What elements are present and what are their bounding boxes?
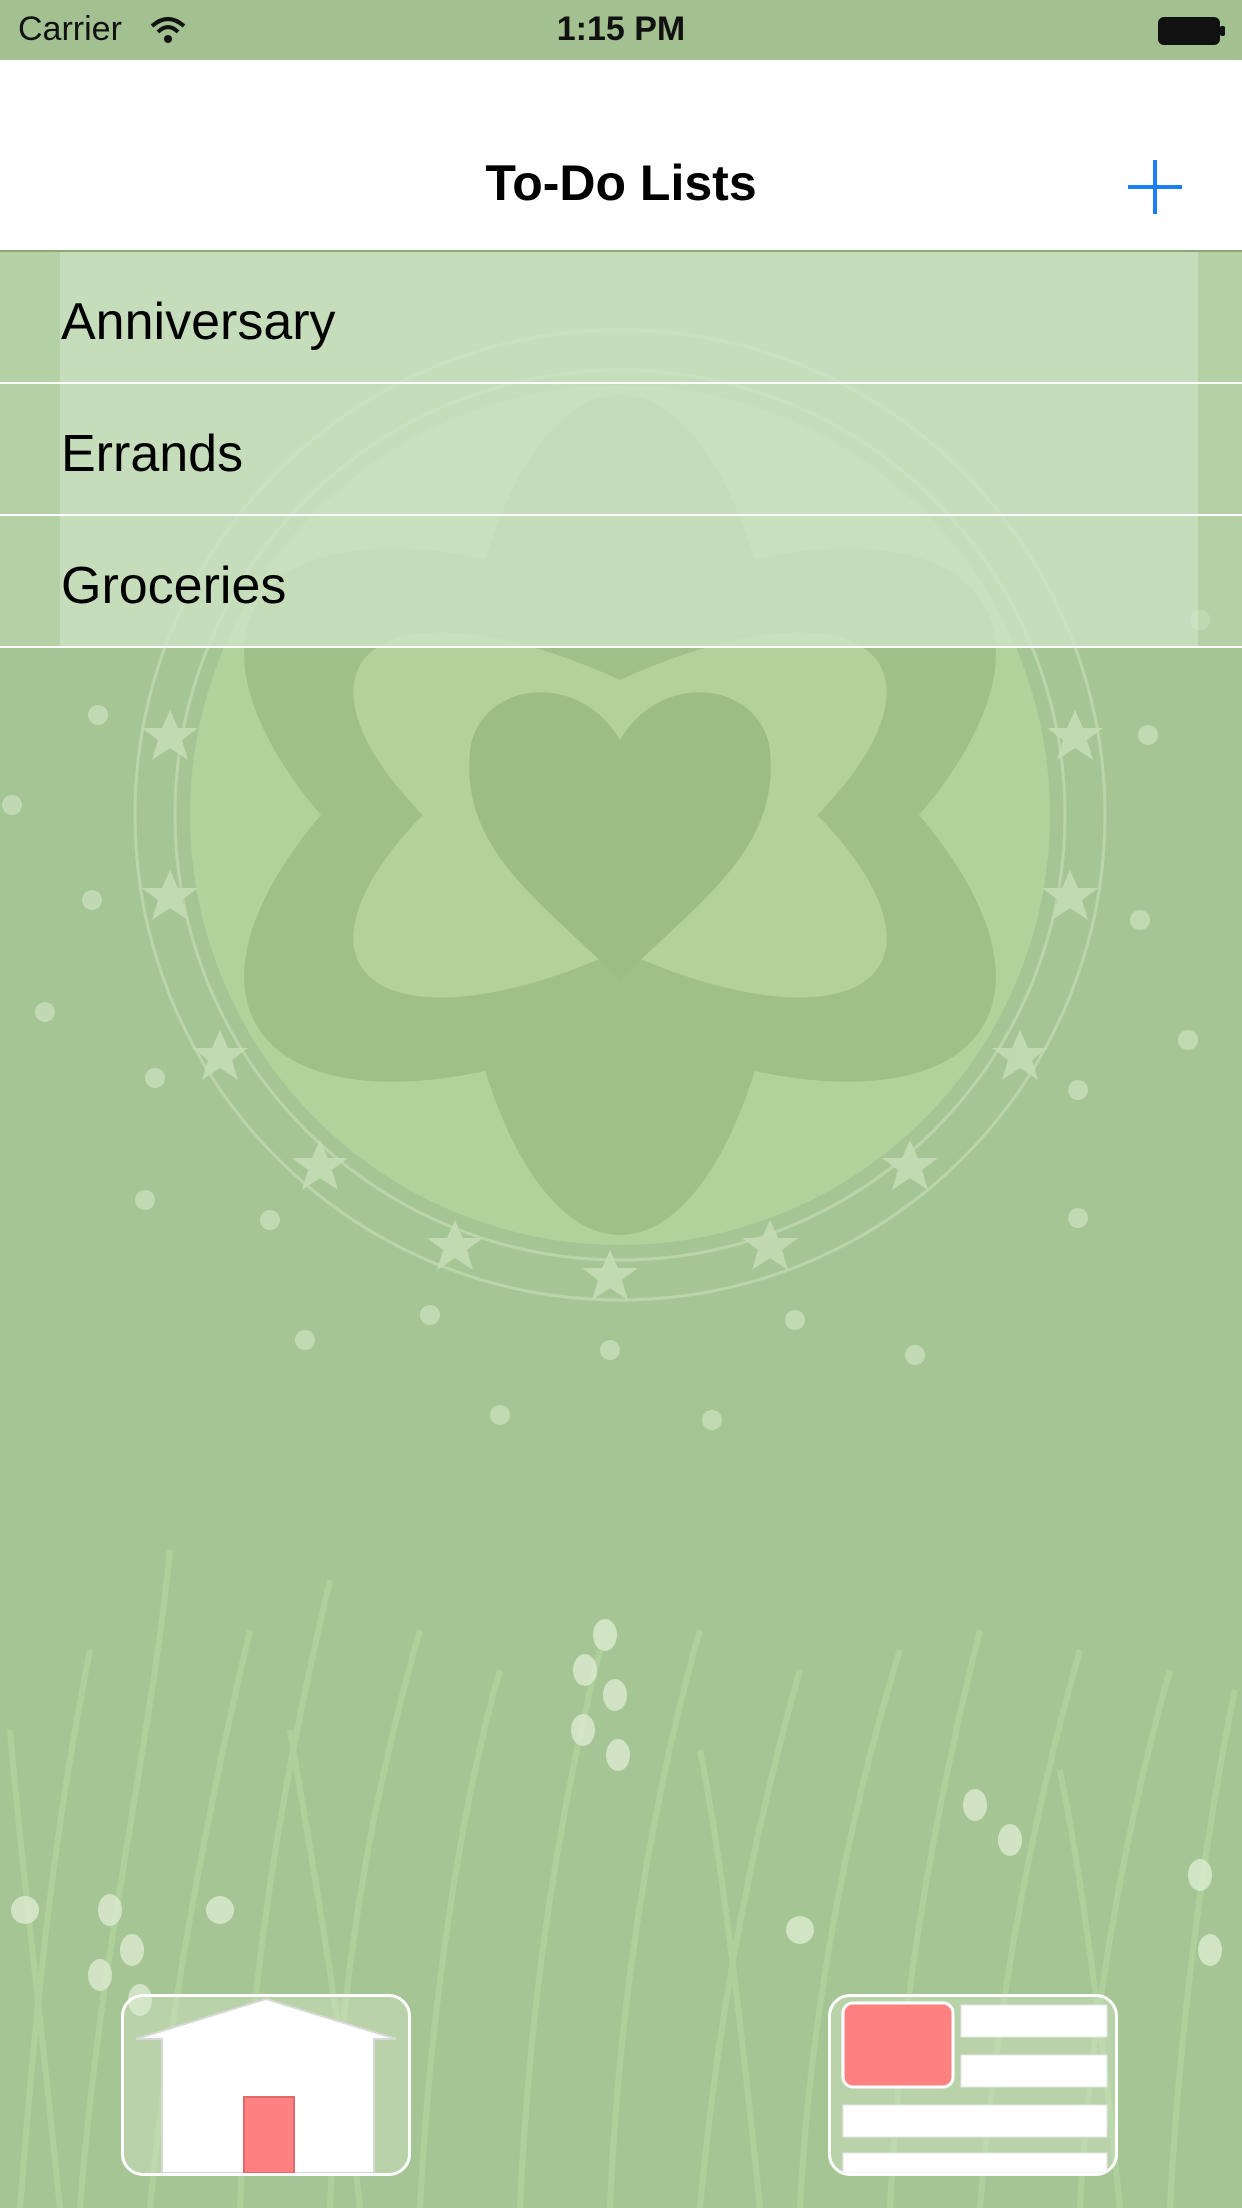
plus-icon bbox=[1128, 160, 1182, 214]
add-list-button[interactable] bbox=[1122, 154, 1188, 220]
status-bar: Carrier 1:15 PM bbox=[0, 0, 1242, 60]
battery-icon bbox=[1158, 15, 1226, 45]
list-item[interactable]: Groceries bbox=[0, 516, 1242, 648]
list-view-icon bbox=[841, 2001, 1108, 2174]
list-item[interactable]: Anniversary bbox=[0, 252, 1242, 384]
navigation-bar: To-Do Lists bbox=[0, 60, 1242, 252]
list-view-button[interactable] bbox=[828, 1994, 1118, 2176]
home-button[interactable] bbox=[121, 1994, 411, 2176]
page-title: To-Do Lists bbox=[485, 155, 757, 211]
status-time: 1:15 PM bbox=[556, 10, 686, 48]
list-item-label: Errands bbox=[61, 425, 244, 483]
home-icon bbox=[135, 1997, 397, 2174]
list-item-label: Groceries bbox=[61, 557, 287, 615]
todo-list-table: Anniversary Errands Groceries bbox=[0, 252, 1242, 648]
list-item[interactable]: Errands bbox=[0, 384, 1242, 516]
list-item-label: Anniversary bbox=[61, 293, 336, 351]
